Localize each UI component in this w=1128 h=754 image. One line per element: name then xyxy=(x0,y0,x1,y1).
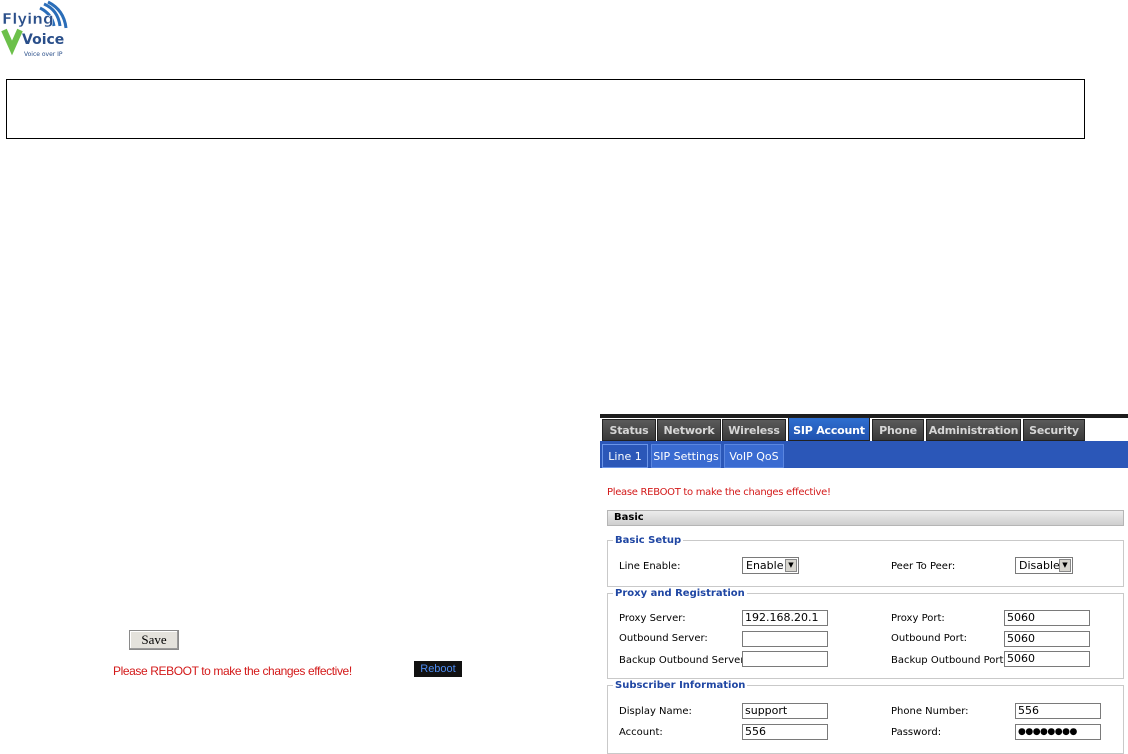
main-tab-bar: Status Network Wireless SIP Account Phon… xyxy=(600,414,1128,441)
backup-server-input[interactable] xyxy=(742,651,828,667)
chevron-down-icon: ▼ xyxy=(1059,559,1071,572)
outbound-port-label: Outbound Port: xyxy=(891,633,967,644)
flyingvoice-logo: Flying Voice Voice over IP xyxy=(0,0,70,62)
tab-sip-account[interactable]: SIP Account xyxy=(788,417,870,441)
header-frame xyxy=(6,79,1085,139)
proxy-port-label: Proxy Port: xyxy=(891,613,945,624)
reboot-message: Please REBOOT to make the changes effect… xyxy=(113,664,352,678)
account-label: Account: xyxy=(619,727,663,738)
reboot-button[interactable]: Reboot xyxy=(414,661,462,677)
backup-port-input[interactable]: 5060 xyxy=(1004,651,1090,667)
outbound-server-input[interactable] xyxy=(742,631,828,647)
peer-to-peer-value: Disable xyxy=(1019,559,1060,572)
proxy-server-label: Proxy Server: xyxy=(619,613,686,624)
tab-wireless[interactable]: Wireless xyxy=(722,419,786,441)
peer-to-peer-select[interactable]: Disable ▼ xyxy=(1015,557,1073,574)
subtab-line-1[interactable]: Line 1 xyxy=(602,444,648,468)
line-enable-label: Line Enable: xyxy=(619,561,681,572)
tab-phone[interactable]: Phone xyxy=(872,419,924,441)
panel-reboot-warning: Please REBOOT to make the changes effect… xyxy=(607,487,831,498)
proxy-server-input[interactable]: 192.168.20.1 xyxy=(742,610,828,626)
logo-line1: Flying xyxy=(2,10,54,28)
chevron-down-icon: ▼ xyxy=(785,559,797,572)
line-enable-value: Enable xyxy=(746,559,784,572)
phone-number-input[interactable]: 556 xyxy=(1015,703,1101,719)
logo-line2: Voice xyxy=(22,32,64,48)
outbound-port-input[interactable]: 5060 xyxy=(1004,631,1090,647)
outbound-server-label: Outbound Server: xyxy=(619,633,708,644)
display-name-label: Display Name: xyxy=(619,706,692,717)
section-header-basic: Basic xyxy=(607,510,1124,526)
account-input[interactable]: 556 xyxy=(742,724,828,740)
sub-tab-bar: Line 1 SIP Settings VoIP QoS xyxy=(600,441,1128,468)
tab-status[interactable]: Status xyxy=(602,419,656,441)
backup-server-label: Backup Outbound Server: xyxy=(619,655,748,666)
tab-administration[interactable]: Administration xyxy=(926,419,1021,441)
password-label: Password: xyxy=(891,727,942,738)
proxy-registration-legend: Proxy and Registration xyxy=(615,588,745,599)
peer-to-peer-label: Peer To Peer: xyxy=(891,561,956,572)
backup-port-label: Backup Outbound Port: xyxy=(891,655,1007,666)
line-enable-select[interactable]: Enable ▼ xyxy=(742,557,799,574)
proxy-port-input[interactable]: 5060 xyxy=(1004,610,1090,626)
tab-network[interactable]: Network xyxy=(657,419,721,441)
sip-account-panel: Status Network Wireless SIP Account Phon… xyxy=(600,414,1128,754)
display-name-input[interactable]: support xyxy=(742,703,828,719)
save-button[interactable]: Save xyxy=(129,630,179,650)
phone-number-label: Phone Number: xyxy=(891,706,969,717)
tab-security[interactable]: Security xyxy=(1023,419,1085,441)
subtab-voip-qos[interactable]: VoIP QoS xyxy=(724,444,784,468)
subscriber-info-legend: Subscriber Information xyxy=(615,680,746,691)
password-input[interactable]: ●●●●●●●● xyxy=(1015,724,1101,740)
logo-tagline: Voice over IP xyxy=(24,51,63,58)
subtab-sip-settings[interactable]: SIP Settings xyxy=(651,444,721,468)
basic-setup-legend: Basic Setup xyxy=(615,535,682,546)
